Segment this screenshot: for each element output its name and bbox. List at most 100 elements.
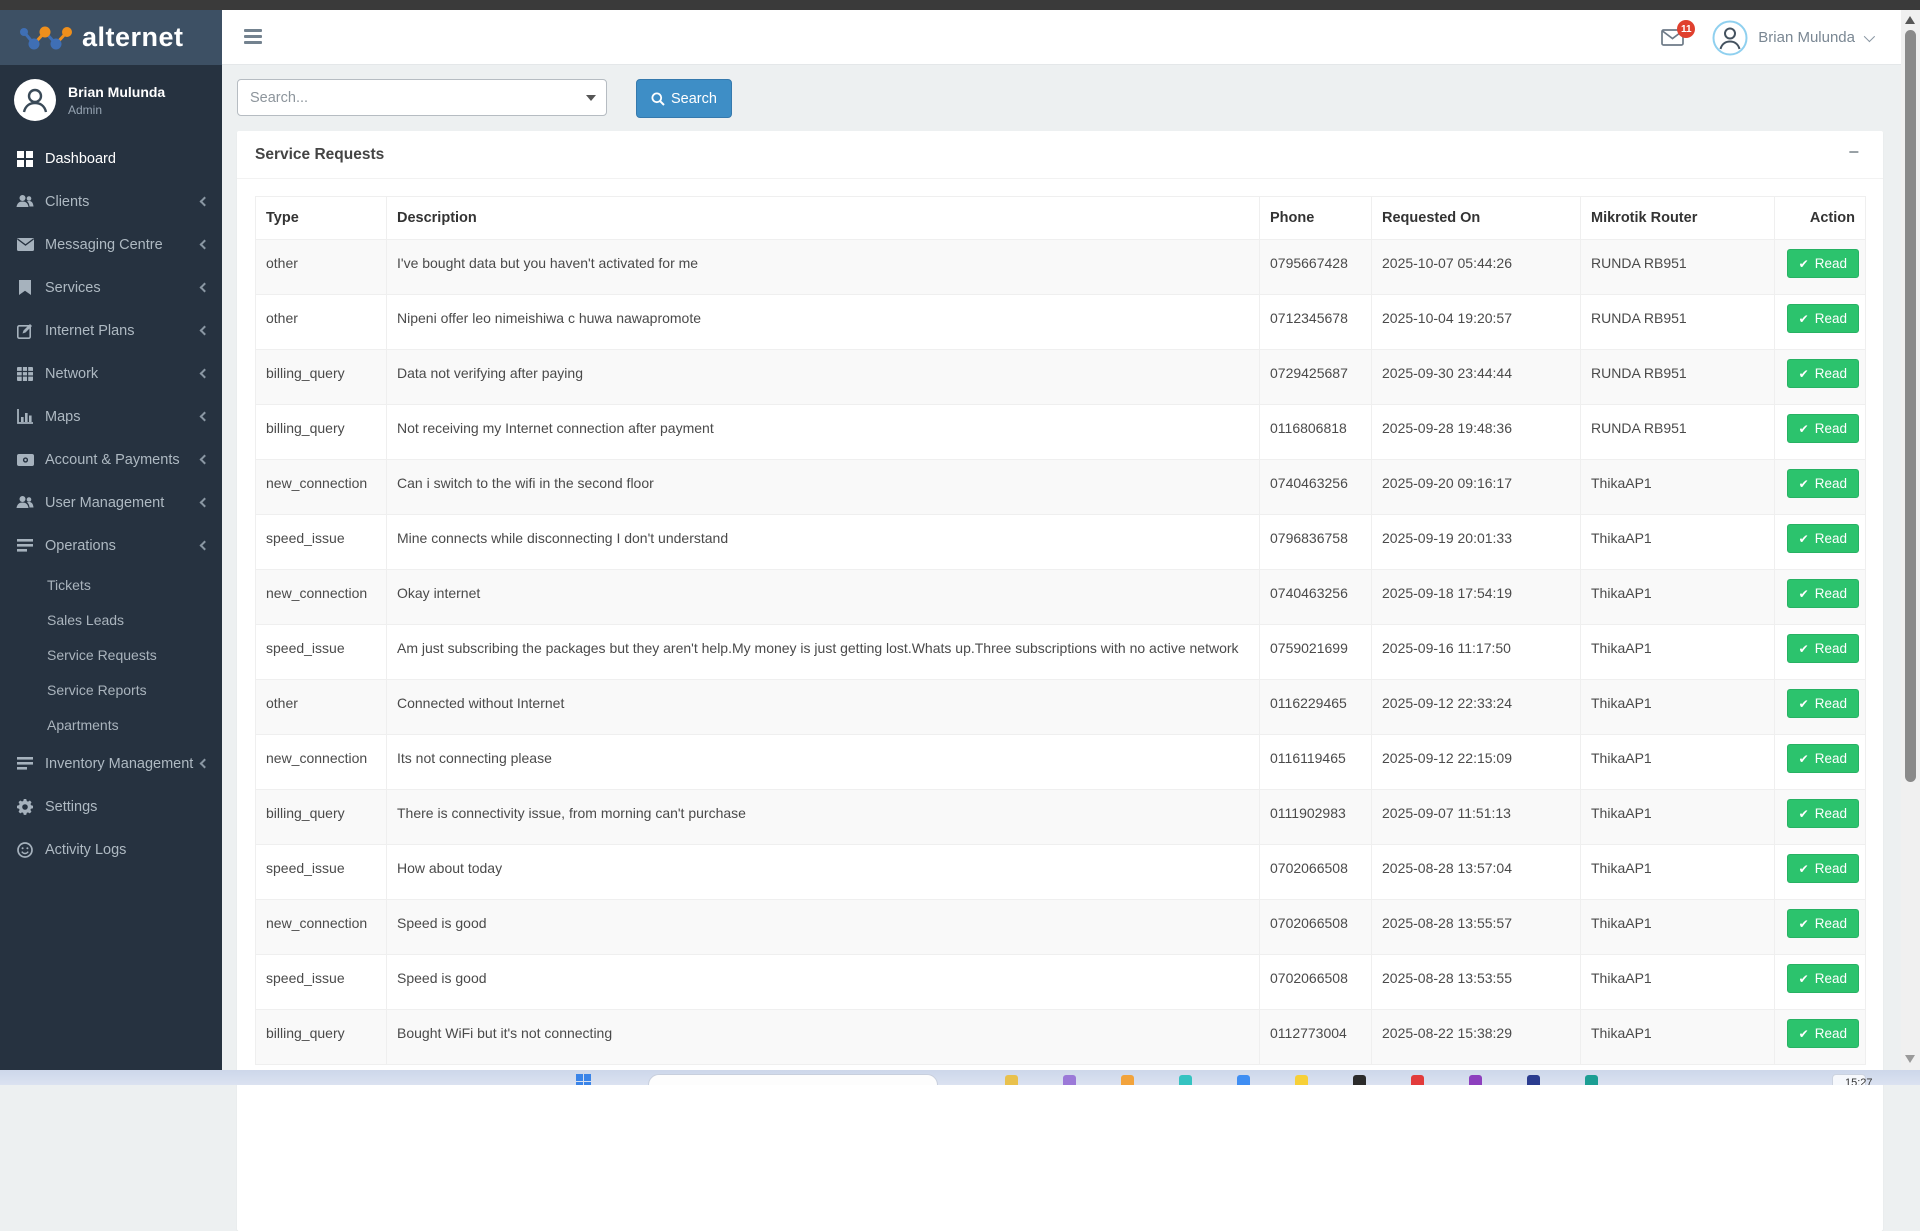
read-button-label: Read [1815, 971, 1847, 986]
cell-phone: 0702066508 [1260, 900, 1372, 955]
sidebar-item-operations[interactable]: Operations [0, 524, 222, 567]
read-button[interactable]: ✔Read [1787, 524, 1859, 553]
sidebar-item-maps[interactable]: Maps [0, 395, 222, 438]
windows-start-icon[interactable] [576, 1074, 591, 1085]
read-button[interactable]: ✔Read [1787, 469, 1859, 498]
cell-req: 2025-09-12 22:15:09 [1372, 735, 1581, 790]
app-purple-icon[interactable] [1063, 1075, 1076, 1085]
header-avatar[interactable] [1712, 20, 1748, 56]
check-icon: ✔ [1799, 367, 1809, 381]
read-button[interactable]: ✔Read [1787, 854, 1859, 883]
read-button[interactable]: ✔ Read [1787, 359, 1859, 388]
app-orange-icon[interactable] [1121, 1075, 1134, 1085]
cell-action: ✔Read [1775, 790, 1866, 845]
smiley-icon [16, 842, 34, 858]
app-blue-icon[interactable] [1237, 1075, 1250, 1085]
app-teal-icon[interactable] [1179, 1075, 1192, 1085]
sidebar-menu: Dashboard Clients Messaging Centre [0, 137, 222, 871]
cell-phone: 0729425687 [1260, 350, 1372, 405]
cell-desc: There is connectivity issue, from mornin… [387, 790, 1260, 845]
logo-text: alternet [82, 22, 184, 53]
read-button[interactable]: ✔Read [1787, 744, 1859, 773]
sidebar-item-network[interactable]: Network [0, 352, 222, 395]
users-icon [16, 194, 34, 210]
user-menu[interactable]: Brian Mulunda [1758, 29, 1872, 46]
app-black-icon[interactable] [1353, 1075, 1366, 1085]
table-row: billing_queryThere is connectivity issue… [256, 790, 1866, 845]
scroll-down-arrow[interactable] [1905, 1055, 1915, 1063]
column-header-phone[interactable]: Phone [1260, 197, 1372, 240]
table-row: speed_issueMine connects while disconnec… [256, 515, 1866, 570]
file-explorer-icon[interactable] [1005, 1075, 1018, 1085]
column-header-action[interactable]: Action [1775, 197, 1866, 240]
scroll-up-arrow[interactable] [1905, 16, 1915, 24]
cell-desc: Bought WiFi but it's not connecting [387, 1010, 1260, 1065]
cell-req: 2025-08-28 13:53:55 [1372, 955, 1581, 1010]
sidebar-item-services[interactable]: Services [0, 266, 222, 309]
sidebar-toggle-button[interactable] [244, 29, 264, 47]
os-taskbar[interactable]: 15:27 [0, 1070, 1920, 1085]
collapse-panel-button[interactable]: − [1848, 143, 1859, 161]
messages-button[interactable]: 11 [1661, 29, 1684, 46]
sidebar-item-settings[interactable]: Settings [0, 785, 222, 828]
column-header-mikrotik-router[interactable]: Mikrotik Router [1581, 197, 1775, 240]
read-button[interactable]: ✔Read [1787, 304, 1859, 333]
sidebar-item-account-payments[interactable]: Account & Payments [0, 438, 222, 481]
sidebar-item-inventory-management[interactable]: Inventory Management [0, 742, 222, 785]
search-input[interactable] [237, 79, 607, 116]
sidebar-item-messaging-centre[interactable]: Messaging Centre [0, 223, 222, 266]
check-icon: ✔ [1799, 862, 1809, 876]
vertical-scrollbar[interactable] [1901, 10, 1920, 1085]
read-button[interactable]: ✔Read [1787, 579, 1859, 608]
search-button[interactable]: Search [636, 79, 732, 118]
read-button[interactable]: ✔Read [1787, 414, 1859, 443]
sidebar-subitem-service-requests[interactable]: Service Requests [0, 637, 222, 672]
sidebar-subitem-tickets[interactable]: Tickets [0, 567, 222, 602]
table-row: billing_queryData not verifying after pa… [256, 350, 1866, 405]
cell-desc: Can i switch to the wifi in the second f… [387, 460, 1260, 515]
app-logo[interactable]: alternet [0, 10, 222, 65]
app-darkblue-icon[interactable] [1527, 1075, 1540, 1085]
cell-desc: Data not verifying after paying [387, 350, 1260, 405]
sidebar-subitem-service-reports[interactable]: Service Reports [0, 672, 222, 707]
read-button-label: Read [1815, 366, 1847, 381]
read-button[interactable]: ✔Read [1787, 249, 1859, 278]
check-icon: ✔ [1799, 697, 1809, 711]
app-notification-icon[interactable] [1469, 1075, 1482, 1085]
cell-router: ThikaAP1 [1581, 1010, 1775, 1065]
read-button[interactable]: ✔Read [1787, 634, 1859, 663]
sidebar-item-user-management[interactable]: User Management [0, 481, 222, 524]
sidebar-subitem-sales-leads[interactable]: Sales Leads [0, 602, 222, 637]
column-header-requested-on[interactable]: Requested On [1372, 197, 1581, 240]
app-darkteal-icon[interactable] [1585, 1075, 1598, 1085]
user-avatar[interactable] [14, 79, 56, 121]
read-button[interactable]: ✔Read [1787, 964, 1859, 993]
check-icon: ✔ [1799, 807, 1809, 821]
cell-phone: 0712345678 [1260, 295, 1372, 350]
sidebar-item-activity-logs[interactable]: Activity Logs [0, 828, 222, 871]
check-icon: ✔ [1799, 752, 1809, 766]
table-row: new_connectionSpeed is good0702066508202… [256, 900, 1866, 955]
cell-phone: 0795667428 [1260, 240, 1372, 295]
table-row: otherNipeni offer leo nimeishiwa c huwa … [256, 295, 1866, 350]
sidebar-item-clients[interactable]: Clients [0, 180, 222, 223]
app-red-icon[interactable] [1411, 1075, 1424, 1085]
read-button[interactable]: ✔Read [1787, 909, 1859, 938]
read-button[interactable]: ✔Read [1787, 1019, 1859, 1048]
taskbar-search-box[interactable] [648, 1074, 938, 1085]
read-button[interactable]: ✔Read [1787, 689, 1859, 718]
table-header-row: Type Description Phone Requested On Mikr… [256, 197, 1866, 240]
sidebar-item-dashboard[interactable]: Dashboard [0, 137, 222, 180]
column-header-type[interactable]: Type [256, 197, 387, 240]
column-header-description[interactable]: Description [387, 197, 1260, 240]
sidebar-subitem-apartments[interactable]: Apartments [0, 707, 222, 742]
sidebar-item-internet-plans[interactable]: Internet Plans [0, 309, 222, 352]
cell-desc: Speed is good [387, 900, 1260, 955]
cell-type: other [256, 680, 387, 735]
cell-phone: 0116119465 [1260, 735, 1372, 790]
scrollbar-thumb[interactable] [1905, 30, 1916, 782]
cell-type: other [256, 240, 387, 295]
read-button[interactable]: ✔Read [1787, 799, 1859, 828]
table-row: speed_issueAm just subscribing the packa… [256, 625, 1866, 680]
app-yellow-icon[interactable] [1295, 1075, 1308, 1085]
